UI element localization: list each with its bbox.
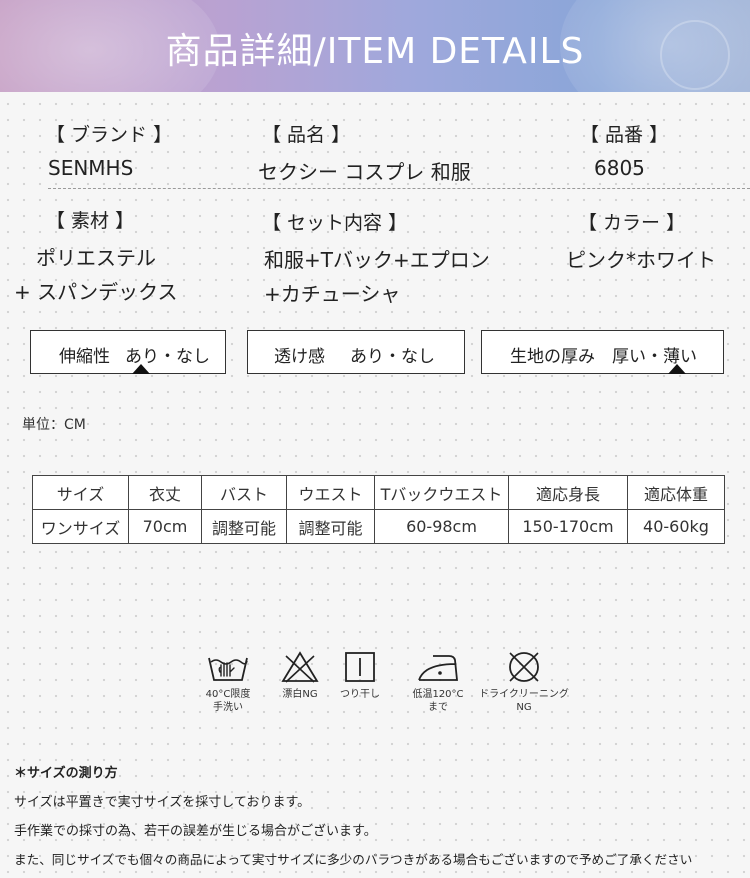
- page-title: 商品詳細/ITEM DETAILS: [165, 31, 585, 72]
- item-name-value: セクシー コスプレ 和服: [258, 160, 471, 184]
- care-caption: 低温120°C: [412, 689, 464, 700]
- table-cell: 150-170cm: [508, 509, 628, 544]
- brand-label: 【 ブランド 】: [46, 124, 173, 146]
- stretch-label: 伸縮性: [59, 347, 110, 367]
- line-dry-icon: [345, 652, 375, 682]
- table-cell: 70cm: [128, 509, 202, 544]
- table-header-cell: ウエスト: [286, 475, 375, 510]
- color-value: ピンク*ホワイト: [566, 248, 716, 272]
- thickness-indicator: 生地の厚み 厚い・薄い: [481, 330, 724, 374]
- material-label: 【 素材 】: [46, 210, 135, 232]
- care-item-iron-low: 低温120°C まで: [400, 650, 476, 714]
- iron-low-icon: [418, 655, 458, 681]
- table-header-cell: バスト: [201, 475, 287, 510]
- care-item-hand-wash: 40°C限度 手洗い: [190, 650, 266, 714]
- sheer-options: あり・なし: [350, 347, 435, 367]
- table-row: ワンサイズ 70cm 調整可能 調整可能 60-98cm 150-170cm 4…: [32, 509, 725, 544]
- table-header-cell: Tバックウエスト: [374, 475, 509, 510]
- thickness-selected-marker-icon: [668, 364, 686, 374]
- brand-value: SENMHS: [48, 156, 134, 180]
- table-header-cell: 衣丈: [128, 475, 202, 510]
- care-item-no-dry-clean: ドライクリーニング NG: [474, 650, 574, 714]
- table-header-cell: サイズ: [32, 475, 129, 510]
- table-cell: 40-60kg: [627, 509, 725, 544]
- item-number-label: 【 品番 】: [580, 124, 669, 146]
- color-label: 【 カラー 】: [578, 212, 686, 234]
- care-caption: 手洗い: [213, 702, 243, 713]
- section-divider: [48, 188, 750, 189]
- table-cell: 調整可能: [286, 509, 375, 544]
- measurement-note: サイズは平置きで実寸サイズを採寸しております。: [14, 795, 311, 810]
- table-header-cell: 適応身長: [508, 475, 628, 510]
- set-contents-line1: 和服+Tバック+エプロン: [264, 248, 490, 272]
- care-caption: 40°C限度: [205, 689, 251, 700]
- unit-text: 単位：CM: [22, 417, 86, 433]
- care-caption: つり干し: [340, 689, 380, 700]
- item-name-label: 【 品名 】: [262, 124, 351, 146]
- set-contents-label: 【 セット内容 】: [262, 212, 408, 234]
- measurement-notes-title: ＊サイズの測り方: [14, 766, 118, 781]
- set-contents-line2: +カチューシャ: [264, 282, 401, 306]
- table-cell: 60-98cm: [374, 509, 509, 544]
- table-cell: 調整可能: [201, 509, 287, 544]
- material-value-line2: + スパンデックス: [14, 280, 178, 304]
- care-caption: ドライクリーニング: [479, 689, 569, 700]
- sheer-label: 透け感: [274, 347, 325, 367]
- measurement-note: 手作業での採寸の為、若干の誤差が生じる場合がございます。: [14, 824, 377, 839]
- sheer-indicator: 透け感 あり・なし: [247, 330, 465, 374]
- size-table: サイズ 衣丈 バスト ウエスト Tバックウエスト 適応身長 適応体重 ワンサイズ…: [32, 475, 725, 544]
- header-banner: 商品詳細/ITEM DETAILS: [0, 0, 750, 92]
- stretch-selected-marker-icon: [132, 364, 150, 374]
- stretch-indicator: 伸縮性 あり・なし: [30, 330, 226, 374]
- material-value-line1: ポリエステル: [36, 246, 156, 270]
- care-caption: 漂白NG: [282, 689, 318, 700]
- item-number-value: 6805: [594, 156, 645, 180]
- hand-wash-icon: [208, 657, 248, 681]
- table-cell: ワンサイズ: [32, 509, 129, 544]
- table-header-row: サイズ 衣丈 バスト ウエスト Tバックウエスト 適応身長 適応体重: [32, 475, 725, 510]
- no-dry-clean-icon: [509, 652, 539, 682]
- measurement-note: また、同じサイズでも個々の商品によって実寸サイズに多少のバラつきがある場合もござ…: [14, 852, 693, 867]
- care-item-line-dry: つり干し: [322, 650, 398, 701]
- no-bleach-icon: [281, 651, 319, 683]
- thickness-label: 生地の厚み: [510, 347, 595, 367]
- care-caption: まで: [428, 702, 448, 713]
- table-header-cell: 適応体重: [627, 475, 725, 510]
- care-caption: NG: [516, 702, 532, 713]
